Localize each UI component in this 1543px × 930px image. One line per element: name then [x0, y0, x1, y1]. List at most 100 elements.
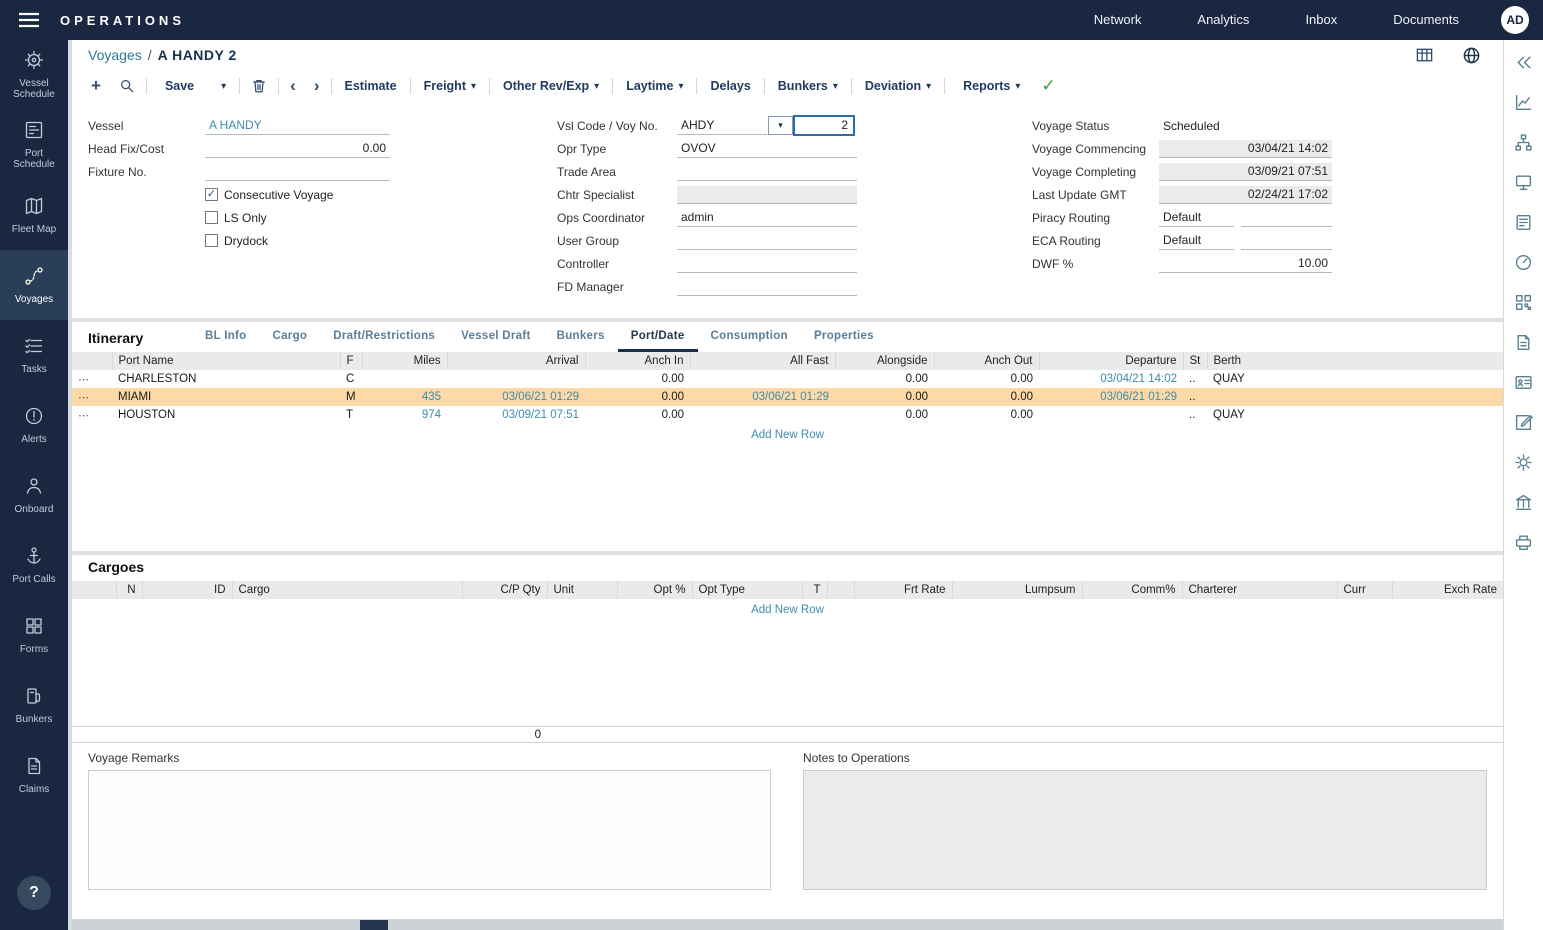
- sidebar-item-forms[interactable]: Forms: [0, 600, 68, 670]
- table-view-icon[interactable]: [1415, 46, 1434, 65]
- user-group-field[interactable]: [677, 232, 857, 250]
- vessel-field[interactable]: A HANDY: [205, 117, 390, 135]
- trade-area-field[interactable]: [677, 163, 857, 181]
- scrollbar-thumb[interactable]: [360, 920, 388, 930]
- sidebar-item-label: Fleet Map: [12, 224, 56, 235]
- printer-panel-icon[interactable]: [1514, 532, 1533, 552]
- voyage-remarks-input[interactable]: [88, 770, 771, 890]
- delete-button[interactable]: [242, 78, 276, 94]
- last-update-gmt-label: Last Update GMT: [1032, 188, 1159, 202]
- save-button[interactable]: Save: [149, 79, 205, 93]
- sidebar-item-onboard[interactable]: Onboard: [0, 460, 68, 530]
- cargoes-add-new-row-link[interactable]: Add New Row: [72, 599, 1503, 621]
- voyage-number-field[interactable]: 2: [793, 115, 855, 136]
- toolbar-separator: [764, 78, 765, 94]
- nav-inbox[interactable]: Inbox: [1277, 0, 1365, 40]
- other-rev-exp-dropdown-button[interactable]: Other Rev/Exp▾: [492, 79, 610, 93]
- sidebar-item-label: Voyages: [15, 294, 53, 305]
- bunkers-dropdown-button[interactable]: Bunkers▾: [767, 79, 849, 93]
- estimate-button[interactable]: Estimate: [334, 79, 408, 93]
- document-panel-icon[interactable]: [1514, 332, 1533, 352]
- gear-settings-icon[interactable]: [1514, 452, 1533, 472]
- head-fix-cost-field[interactable]: 0.00: [205, 140, 390, 158]
- tab-properties[interactable]: Properties: [801, 322, 887, 352]
- sidebar-item-vessel-schedule[interactable]: Vessel Schedule: [0, 40, 68, 110]
- sidebar-item-port-schedule[interactable]: Port Schedule: [0, 110, 68, 180]
- opr-type-field[interactable]: OVOV: [677, 140, 857, 158]
- contact-card-panel-icon[interactable]: [1514, 372, 1533, 392]
- previous-voyage-button[interactable]: ‹: [281, 76, 305, 96]
- chtr-specialist-label: Chtr Specialist: [557, 188, 677, 202]
- piracy-routing-field-2[interactable]: [1241, 209, 1332, 227]
- sidebar-item-voyages[interactable]: Voyages: [0, 250, 68, 320]
- row-menu-icon[interactable]: ⋯: [72, 406, 112, 424]
- help-button[interactable]: ?: [17, 876, 51, 910]
- tab-cargo[interactable]: Cargo: [260, 322, 321, 352]
- voyage-toolbar: + Save ▾ ‹ › Estimate Freight▾ Other Rev…: [72, 70, 1503, 102]
- nav-network[interactable]: Network: [1066, 0, 1170, 40]
- tab-bl-info[interactable]: BL Info: [192, 322, 260, 352]
- piracy-routing-field[interactable]: Default: [1159, 209, 1234, 227]
- tab-draft-restrictions[interactable]: Draft/Restrictions: [320, 322, 448, 352]
- qr-panel-icon[interactable]: [1514, 292, 1533, 312]
- next-voyage-button[interactable]: ›: [305, 76, 329, 96]
- consecutive-voyage-checkbox[interactable]: ✓: [205, 188, 218, 201]
- sidebar-item-tasks[interactable]: Tasks: [0, 320, 68, 390]
- dwf-field[interactable]: 10.00: [1159, 255, 1332, 273]
- collapse-panel-icon[interactable]: [1514, 52, 1533, 72]
- voyage-commencing-field: 03/04/21 14:02: [1159, 140, 1332, 158]
- columns-panel-icon[interactable]: [1514, 492, 1533, 512]
- ls-only-checkbox[interactable]: ✓: [205, 211, 218, 224]
- laytime-dropdown-button[interactable]: Laytime▾: [615, 79, 694, 93]
- sidebar-item-bunkers[interactable]: Bunkers: [0, 670, 68, 740]
- sidebar-item-alerts[interactable]: Alerts: [0, 390, 68, 460]
- itinerary-row[interactable]: ⋯ CHARLESTON C 0.00 0.00 0.00 03/04/21 1…: [72, 370, 1503, 388]
- copy-dropdown-button[interactable]: ▾: [205, 81, 237, 92]
- ops-coordinator-field[interactable]: admin: [677, 209, 857, 227]
- nav-analytics[interactable]: Analytics: [1169, 0, 1277, 40]
- eca-routing-field-2[interactable]: [1241, 232, 1332, 250]
- row-menu-icon[interactable]: ⋯: [72, 388, 112, 406]
- drydock-checkbox[interactable]: ✓: [205, 234, 218, 247]
- tab-consumption[interactable]: Consumption: [698, 322, 801, 352]
- reports-dropdown-button[interactable]: Reports▾: [947, 79, 1031, 93]
- vsl-code-field[interactable]: AHDY: [677, 117, 767, 135]
- chart-panel-icon[interactable]: [1514, 92, 1533, 112]
- user-avatar[interactable]: AD: [1501, 6, 1529, 34]
- itinerary-row[interactable]: ⋯ HOUSTON T 974 03/09/21 07:51 0.00 0.00…: [72, 406, 1503, 424]
- tab-port-date[interactable]: Port/Date: [618, 322, 698, 352]
- horizontal-scrollbar[interactable]: [72, 919, 1503, 930]
- nav-documents[interactable]: Documents: [1365, 0, 1487, 40]
- checklist-panel-icon[interactable]: [1514, 212, 1533, 232]
- sidebar-item-fleet-map[interactable]: Fleet Map: [0, 180, 68, 250]
- eca-routing-field[interactable]: Default: [1159, 232, 1234, 250]
- row-menu-icon[interactable]: ⋯: [72, 370, 112, 388]
- gauge-panel-icon[interactable]: [1514, 252, 1533, 272]
- notes-to-operations-input[interactable]: [803, 770, 1487, 890]
- breadcrumb-voyages-link[interactable]: Voyages: [88, 47, 142, 63]
- monitor-panel-icon[interactable]: [1514, 172, 1533, 192]
- toolbar-separator: [944, 78, 945, 94]
- map-icon: [24, 196, 44, 219]
- controller-field[interactable]: [677, 255, 857, 273]
- fd-manager-field[interactable]: [677, 278, 857, 296]
- delays-button[interactable]: Delays: [699, 79, 761, 93]
- itinerary-row-selected[interactable]: ⋯ MIAMI M 435 03/06/21 01:29 0.00 03/06/…: [72, 388, 1503, 406]
- add-button[interactable]: +: [82, 76, 110, 96]
- voyage-number-dropdown[interactable]: ▾: [768, 116, 793, 135]
- tab-vessel-draft[interactable]: Vessel Draft: [448, 322, 543, 352]
- hamburger-menu-icon[interactable]: [18, 12, 40, 28]
- tab-bunkers[interactable]: Bunkers: [544, 322, 618, 352]
- freight-dropdown-button[interactable]: Freight▾: [413, 79, 487, 93]
- itinerary-add-new-row-link[interactable]: Add New Row: [72, 424, 1503, 446]
- hierarchy-panel-icon[interactable]: [1514, 132, 1533, 152]
- deviation-dropdown-button[interactable]: Deviation▾: [854, 79, 942, 93]
- fixture-no-field[interactable]: [205, 163, 390, 181]
- search-button[interactable]: [110, 78, 144, 94]
- sidebar-item-claims[interactable]: Claims: [0, 740, 68, 810]
- sidebar-item-port-calls[interactable]: Port Calls: [0, 530, 68, 600]
- globe-icon[interactable]: [1462, 46, 1481, 65]
- sidebar-item-label: Onboard: [15, 504, 54, 515]
- sidebar-item-label: Bunkers: [16, 714, 53, 725]
- edit-panel-icon[interactable]: [1514, 412, 1533, 432]
